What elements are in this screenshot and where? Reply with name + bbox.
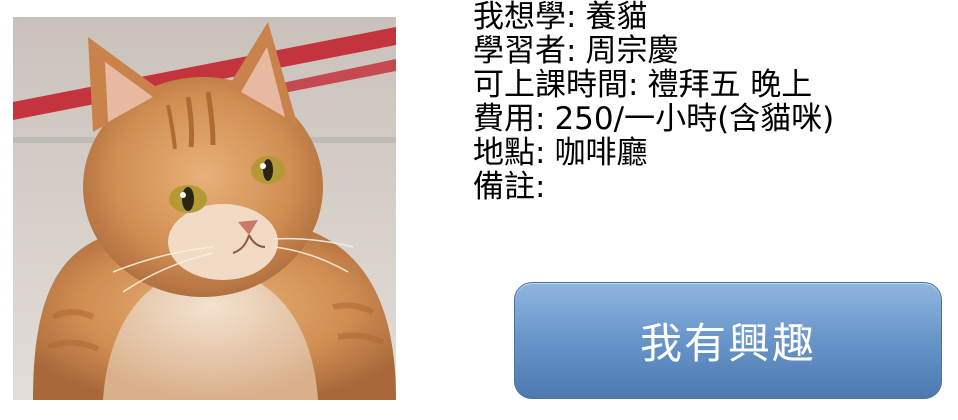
info-value: 250/一小時(含貓咪) bbox=[554, 101, 835, 137]
info-label: 我想學 bbox=[473, 0, 576, 34]
interested-button[interactable]: 我有興趣 bbox=[514, 282, 942, 399]
info-label: 費用 bbox=[473, 102, 545, 136]
info-row-time: 可上課時間 禮拜五 晚上 bbox=[473, 68, 943, 102]
info-row-subject: 我想學 養貓 bbox=[473, 0, 943, 34]
info-value: 周宗慶 bbox=[585, 33, 679, 69]
info-row-location: 地點 咖啡廳 bbox=[473, 136, 943, 170]
info-row-learner: 學習者 周宗慶 bbox=[473, 34, 943, 68]
info-value: 咖啡廳 bbox=[554, 135, 648, 171]
course-info: 我想學 養貓 學習者 周宗慶 可上課時間 禮拜五 晚上 費用 250/一小時(含… bbox=[473, 0, 943, 204]
info-label: 地點 bbox=[473, 136, 545, 170]
info-row-notes: 備註 bbox=[473, 170, 943, 204]
info-value: 養貓 bbox=[585, 0, 648, 35]
cat-icon bbox=[13, 17, 396, 400]
info-value: 禮拜五 晚上 bbox=[647, 67, 813, 103]
info-label: 學習者 bbox=[473, 34, 576, 68]
info-label: 備註 bbox=[473, 170, 545, 204]
info-label: 可上課時間 bbox=[473, 68, 638, 102]
cat-photo bbox=[13, 17, 396, 400]
info-row-fee: 費用 250/一小時(含貓咪) bbox=[473, 102, 943, 136]
